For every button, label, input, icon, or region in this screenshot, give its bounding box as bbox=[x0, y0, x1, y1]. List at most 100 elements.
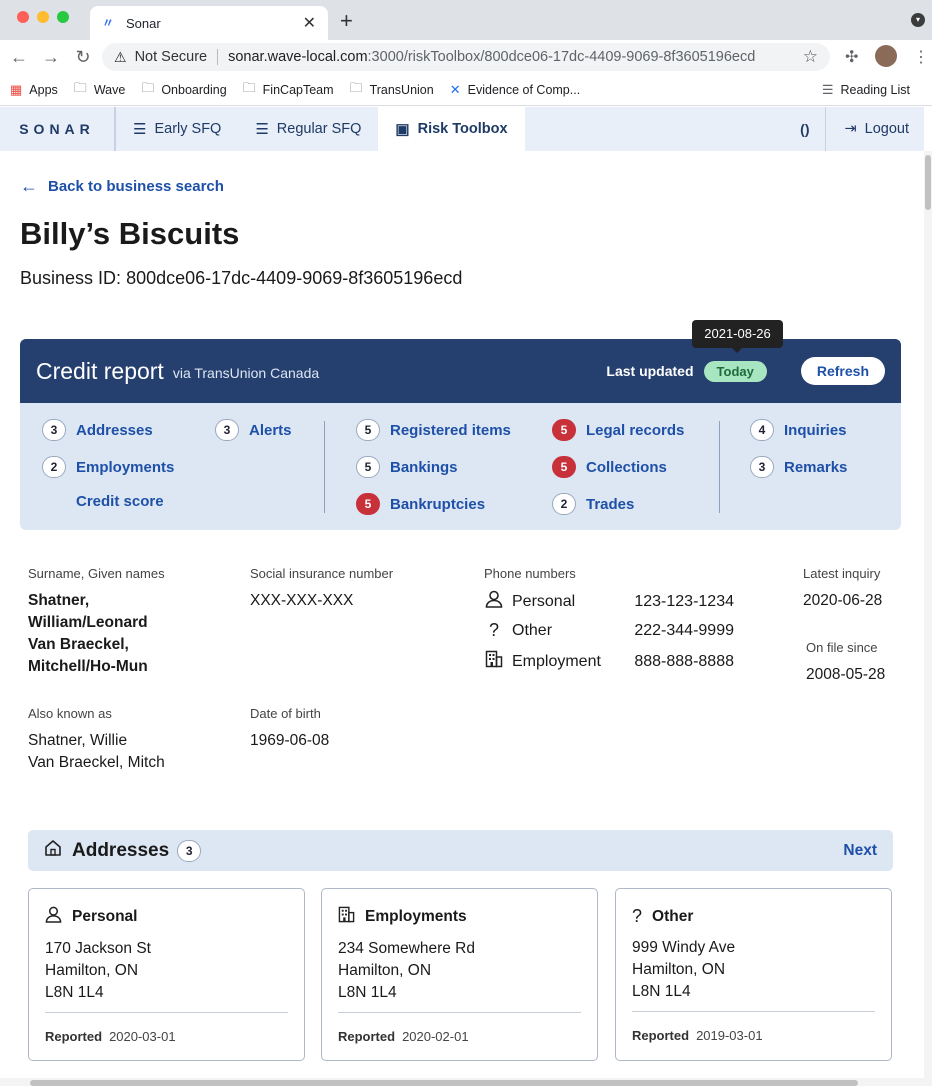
address-bar[interactable]: ⚠ Not Secure sonar.wave-local.com:3000/r… bbox=[102, 43, 830, 71]
category-registered-items[interactable]: 5 Registered items bbox=[356, 419, 511, 441]
arrow-left-icon: ← bbox=[20, 176, 38, 196]
phone-type: Employment bbox=[512, 652, 601, 670]
bookmarks-bar: ▦ Apps 🗀 Wave 🗀 Onboarding 🗀 FinCapTeam 🗀 Tra… bbox=[0, 74, 932, 106]
reading-list-label: Reading List bbox=[840, 83, 911, 97]
business-id-value: 800dce06-17dc-4409-9069-8f3605196ecd bbox=[126, 268, 463, 288]
bookmark-label: Wave bbox=[93, 82, 126, 97]
category-label: Bankings bbox=[390, 458, 458, 476]
new-tab-icon[interactable]: + bbox=[340, 8, 353, 34]
address-type: Personal bbox=[72, 908, 138, 925]
bookmark-label: Onboarding bbox=[161, 82, 227, 97]
profile-avatar[interactable] bbox=[875, 45, 897, 67]
nav-regular-sfq[interactable]: ☰ Regular SFQ bbox=[238, 107, 378, 151]
count-badge: 3 bbox=[750, 456, 774, 478]
divider bbox=[45, 1012, 288, 1013]
alert-count-badge: 5 bbox=[356, 493, 380, 515]
address-line: L8N 1L4 bbox=[338, 984, 397, 1001]
address-card-header: Personal bbox=[45, 906, 288, 928]
sonar-logo[interactable]: SONAR bbox=[0, 107, 115, 151]
bookmark-transunion[interactable]: 🗀 TransUnion bbox=[350, 79, 434, 101]
category-addresses[interactable]: 3 Addresses bbox=[42, 419, 153, 441]
close-window-icon[interactable] bbox=[17, 11, 29, 23]
address-line: Hamilton, ON bbox=[338, 962, 432, 979]
phone-type: Other bbox=[512, 621, 553, 639]
address-line: Hamilton, ON bbox=[632, 961, 726, 978]
folder-icon: 🗀 bbox=[349, 79, 363, 95]
apps-grid-icon: ▦ bbox=[10, 81, 23, 97]
refresh-button[interactable]: Refresh bbox=[800, 357, 885, 385]
count-badge: 3 bbox=[215, 419, 239, 441]
reported-date: Reported 2019-03-01 bbox=[632, 1028, 875, 1043]
forward-arrow-icon[interactable]: → bbox=[35, 47, 67, 68]
reload-icon[interactable]: ↻ bbox=[67, 47, 99, 68]
bookmark-label: Evidence of Comp... bbox=[467, 82, 581, 97]
question-icon: ? bbox=[632, 906, 643, 926]
names-label: Surname, Given names bbox=[28, 566, 165, 581]
category-credit-score[interactable]: Credit score bbox=[76, 493, 164, 510]
browser-tab[interactable]: 〃 Sonar ✕ bbox=[90, 6, 328, 40]
bookmark-apps[interactable]: ▦ Apps bbox=[10, 82, 58, 98]
nav-risk-toolbox[interactable]: ▣ Risk Toolbox bbox=[378, 107, 525, 151]
horizontal-scroll-thumb[interactable] bbox=[30, 1080, 858, 1086]
minimize-window-icon[interactable] bbox=[37, 11, 49, 23]
divider bbox=[338, 1012, 581, 1013]
nav-early-sfq[interactable]: ☰ Early SFQ bbox=[115, 107, 238, 151]
category-legal-records[interactable]: 5 Legal records bbox=[552, 419, 684, 441]
folder-icon: 🗀 bbox=[141, 79, 155, 95]
bookmark-label: Apps bbox=[29, 82, 58, 97]
url-path: :3000/riskToolbox/800dce06-17dc-4409-906… bbox=[367, 49, 756, 65]
building-icon bbox=[484, 650, 504, 673]
reading-list[interactable]: ☰ Reading List bbox=[822, 82, 910, 98]
last-updated-label: Last updated bbox=[606, 363, 694, 379]
category-remarks[interactable]: 3 Remarks bbox=[750, 456, 847, 478]
logout-button[interactable]: ⇥ Logout bbox=[826, 107, 924, 151]
bookmark-onboarding[interactable]: 🗀 Onboarding bbox=[141, 79, 226, 101]
back-arrow-icon[interactable]: ← bbox=[3, 47, 35, 68]
close-tab-icon[interactable]: ✕ bbox=[303, 13, 316, 33]
last-updated-badge[interactable]: Today bbox=[703, 360, 767, 382]
count-badge: 5 bbox=[356, 456, 380, 478]
back-to-search-link[interactable]: ← Back to business search bbox=[20, 176, 224, 197]
kebab-menu-icon[interactable]: ⋮ bbox=[913, 47, 929, 67]
addresses-title: Addresses bbox=[72, 839, 170, 861]
phone-row-personal: Personal 123-123-1234 bbox=[484, 590, 734, 613]
next-button[interactable]: Next bbox=[843, 842, 877, 860]
category-employments[interactable]: 2 Employments bbox=[42, 456, 174, 478]
bookmark-evidence[interactable]: ✕ Evidence of Comp... bbox=[450, 82, 580, 98]
category-inquiries[interactable]: 4 Inquiries bbox=[750, 419, 847, 441]
browser-tab-bar: 〃 Sonar ✕ + ▾ bbox=[0, 0, 932, 40]
bookmark-wave[interactable]: 🗀 Wave bbox=[74, 79, 126, 101]
category-bankruptcies[interactable]: 5 Bankruptcies bbox=[356, 493, 485, 515]
maximize-window-icon[interactable] bbox=[57, 11, 69, 23]
phone-number: 222-344-9999 bbox=[634, 621, 734, 639]
building-icon bbox=[338, 906, 355, 928]
address-line: Hamilton, ON bbox=[45, 962, 139, 979]
category-alerts[interactable]: 3 Alerts bbox=[215, 419, 292, 441]
nav-label: Regular SFQ bbox=[276, 121, 362, 137]
folder-icon: 🗀 bbox=[242, 79, 256, 95]
divider bbox=[217, 49, 219, 65]
tab-search-icon[interactable]: ▾ bbox=[911, 13, 925, 27]
address-type: Other bbox=[652, 907, 694, 925]
vertical-scrollbar[interactable] bbox=[924, 151, 932, 1086]
nav-label: Risk Toolbox bbox=[417, 121, 508, 137]
name-line: Mitchell/Ho-Mun bbox=[28, 658, 148, 675]
bookmark-fincapteam[interactable]: 🗀 FinCapTeam bbox=[243, 79, 334, 101]
category-trades[interactable]: 2 Trades bbox=[552, 493, 634, 515]
reported-value: 2020-03-01 bbox=[109, 1029, 176, 1044]
address-card-employments: Employments 234 Somewhere Rd Hamilton, O… bbox=[321, 888, 598, 1061]
vertical-scroll-thumb[interactable] bbox=[925, 155, 931, 210]
phone-row-other: ? Other 222-344-9999 bbox=[484, 620, 734, 641]
addresses-count-badge: 3 bbox=[177, 839, 202, 862]
category-collections[interactable]: 5 Collections bbox=[552, 456, 667, 478]
credit-report-source: via TransUnion Canada bbox=[172, 365, 320, 381]
category-bankings[interactable]: 5 Bankings bbox=[356, 456, 458, 478]
bookmark-star-icon[interactable]: ☆ bbox=[803, 47, 818, 67]
divider bbox=[632, 1011, 875, 1012]
aka-line: Van Braeckel, Mitch bbox=[28, 754, 165, 771]
count-badge: 2 bbox=[552, 493, 576, 515]
folder-icon: 🗀 bbox=[73, 79, 87, 95]
extensions-puzzle-icon[interactable]: ✣ bbox=[845, 47, 858, 67]
aka-value: Shatner, Willie Van Braeckel, Mitch bbox=[28, 730, 165, 774]
count-badge: 3 bbox=[42, 419, 66, 441]
